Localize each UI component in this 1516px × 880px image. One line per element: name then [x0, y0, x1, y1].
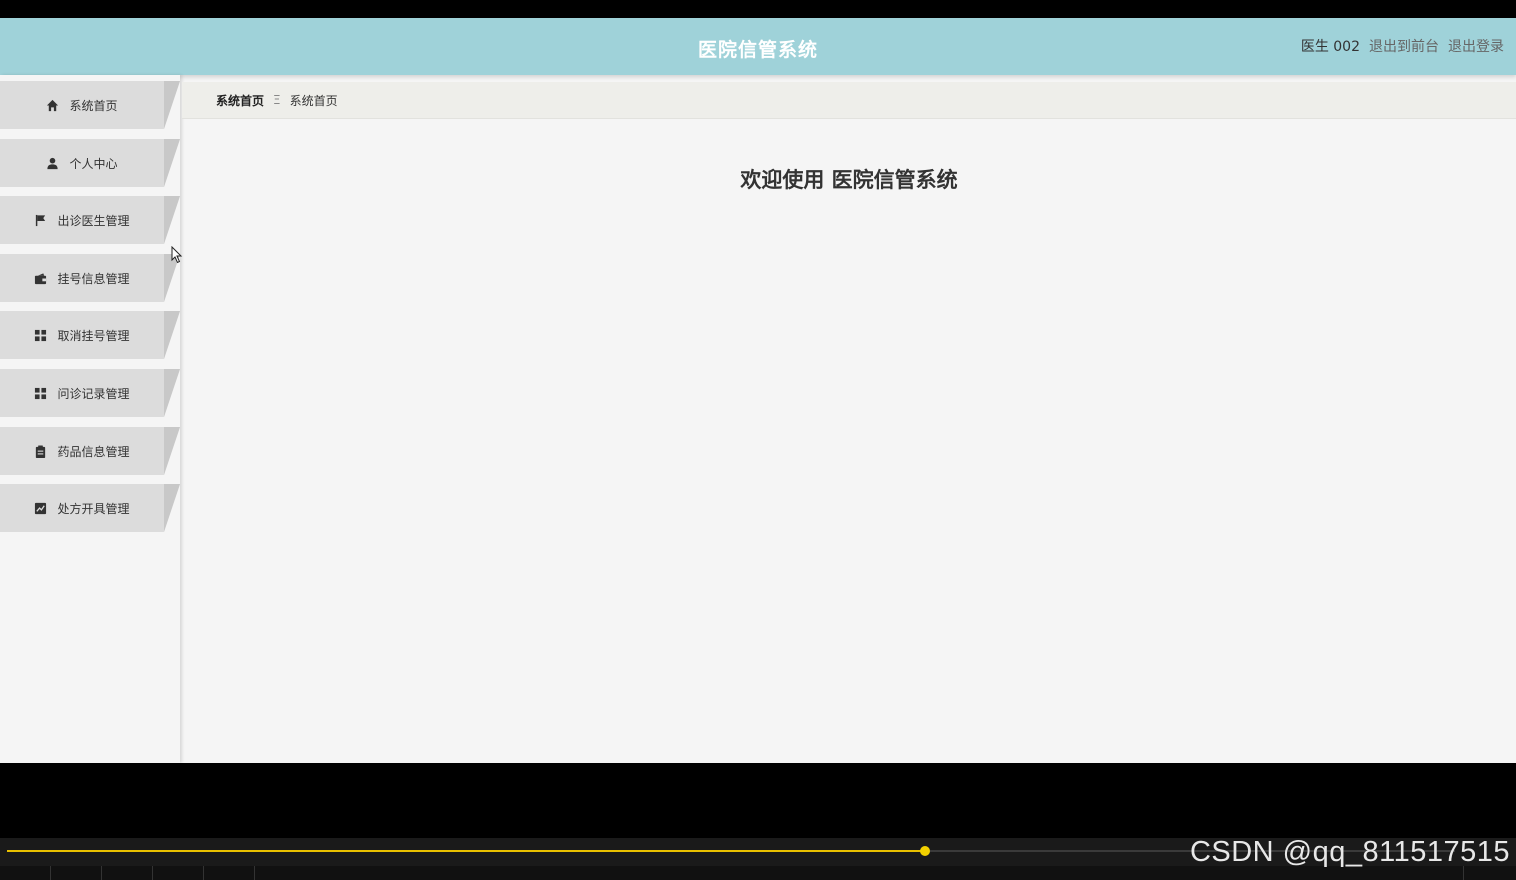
mouse-cursor-icon: [171, 246, 183, 264]
breadcrumb: 系统首页 Ξ 系统首页: [182, 82, 1516, 119]
sidebar-item-registration[interactable]: 挂号信息管理: [0, 254, 180, 302]
welcome-heading: 欢迎使用 医院信管系统: [740, 168, 958, 192]
breadcrumb-home[interactable]: 系统首页: [216, 92, 264, 109]
control-divider: [50, 866, 51, 880]
sidebar-item-prescription[interactable]: 处方开具管理: [0, 484, 180, 532]
sidebar-item-label: 个人中心: [69, 156, 118, 171]
sidebar-item-label: 取消挂号管理: [57, 328, 130, 343]
sidebar-item-doctors[interactable]: 出诊医生管理: [0, 196, 180, 244]
sidebar: 系统首页 个人中心 出诊医生管理 挂号信息管理 取消挂号管理 问诊记录管理 药品…: [0, 75, 180, 763]
control-divider: [152, 866, 153, 880]
flag-icon: [36, 214, 46, 226]
clipboard-icon: [36, 444, 46, 458]
sidebar-item-label: 系统首页: [69, 98, 118, 113]
header-bar: 医院信管系统 医生 002 退出到前台 退出登录: [0, 18, 1516, 75]
sidebar-item-consultation-records[interactable]: 问诊记录管理: [0, 369, 180, 417]
to-front-link[interactable]: 退出到前台: [1369, 36, 1439, 56]
control-divider: [203, 866, 204, 880]
app-title: 医院信管系统: [697, 39, 818, 61]
sidebar-item-label: 药品信息管理: [57, 444, 130, 459]
sidebar-item-label: 处方开具管理: [57, 501, 130, 516]
control-divider: [254, 866, 255, 880]
control-divider: [101, 866, 102, 880]
grid-icon: [35, 329, 47, 341]
app-window: 医院信管系统 医生 002 退出到前台 退出登录 系统首页 个人中心 出诊医生管…: [0, 18, 1516, 763]
grid-icon: [35, 387, 47, 399]
sidebar-item-cancel-registration[interactable]: 取消挂号管理: [0, 311, 180, 359]
sidebar-item-label: 问诊记录管理: [57, 386, 130, 401]
sidebar-item-medicine[interactable]: 药品信息管理: [0, 427, 180, 475]
person-icon: [47, 157, 59, 169]
watermark: CSDN @qq_811517515: [1189, 836, 1510, 868]
progress-thumb[interactable]: [920, 846, 930, 856]
breadcrumb-current: 系统首页: [289, 93, 338, 108]
logout-link[interactable]: 退出登录: [1448, 36, 1504, 56]
header-user-area: 医生 002 退出到前台 退出登录: [1301, 36, 1504, 56]
sidebar-item-label: 挂号信息管理: [57, 271, 130, 286]
chart-icon: [35, 502, 47, 514]
sidebar-item-home[interactable]: 系统首页: [0, 81, 180, 129]
wallet-icon: [35, 272, 47, 284]
current-user: 医生 002: [1300, 39, 1360, 55]
breadcrumb-separator: Ξ: [273, 93, 281, 107]
sidebar-item-label: 出诊医生管理: [57, 213, 130, 228]
home-icon: [47, 99, 59, 111]
sidebar-item-profile[interactable]: 个人中心: [0, 139, 180, 187]
progress-fill: [7, 850, 925, 852]
